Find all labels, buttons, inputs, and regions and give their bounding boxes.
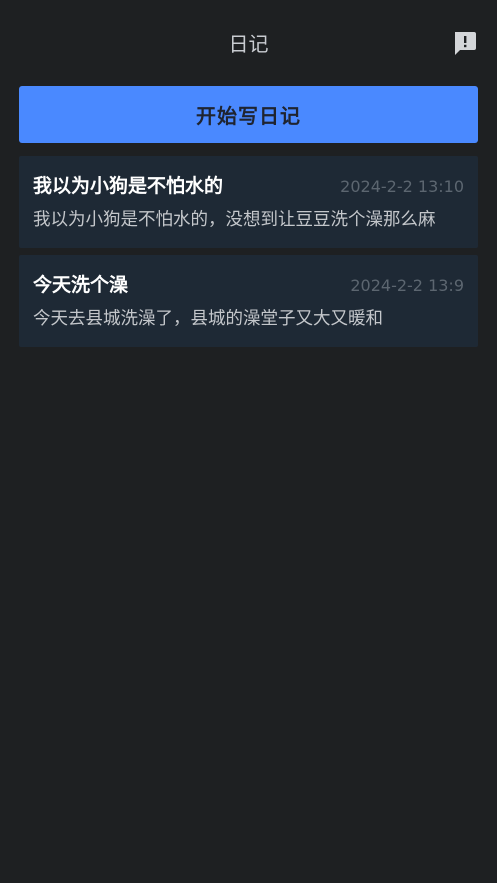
diary-entry-card[interactable]: 我以为小狗是不怕水的 2024-2-2 13:10 我以为小狗是不怕水的，没想到… xyxy=(19,156,478,248)
entry-timestamp: 2024-2-2 13:10 xyxy=(340,177,464,196)
header-bar: 日记 xyxy=(0,0,497,86)
feedback-icon[interactable] xyxy=(452,31,477,56)
entry-title: 我以为小狗是不怕水的 xyxy=(33,175,224,197)
entry-timestamp: 2024-2-2 13:9 xyxy=(350,276,464,295)
app-screen: 日记 开始写日记 我以为小狗是不怕水的 2024-2-2 13:10 我以为小狗… xyxy=(0,0,497,883)
entry-preview: 我以为小狗是不怕水的，没想到让豆豆洗个澡那么麻 xyxy=(33,210,436,230)
diary-entry-card[interactable]: 今天洗个澡 2024-2-2 13:9 今天去县城洗澡了，县城的澡堂子又大又暖和 xyxy=(19,255,478,347)
entry-preview: 今天去县城洗澡了，县城的澡堂子又大又暖和 xyxy=(33,309,383,329)
start-writing-button[interactable]: 开始写日记 xyxy=(19,86,478,143)
page-title: 日记 xyxy=(228,32,269,56)
entry-title: 今天洗个澡 xyxy=(33,274,129,296)
